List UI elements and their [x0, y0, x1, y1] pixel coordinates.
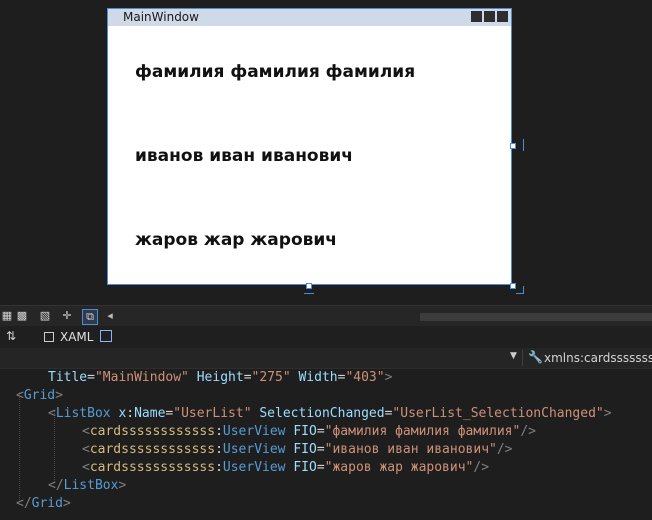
adorner-tick [523, 139, 524, 151]
list-item[interactable]: фамилия фамилия фамилия [135, 62, 415, 82]
popout-icon[interactable] [100, 330, 112, 342]
tab-xaml-label: XAML [60, 330, 94, 344]
designer-window[interactable]: MainWindow фамилия фамилия фамилия ивано… [107, 8, 512, 285]
wrench-icon: 🔧 [528, 350, 543, 364]
namespace-dropdown[interactable]: xmlns:cardsssssssssss [544, 351, 652, 365]
resize-handle-corner[interactable] [510, 283, 516, 289]
indent-guide [19, 392, 20, 500]
code-editor[interactable]: Title="MainWindow" Height="275" Width="4… [0, 369, 652, 520]
code-line-listbox-close: </ListBox> [48, 478, 127, 493]
tab-xaml[interactable]: XAML [36, 326, 101, 348]
navigation-bar: ▼ 🔧 xmlns:cardsssssssssss [0, 348, 652, 369]
code-line-userview: <cardssssssssssss:UserView FIO="жаров жа… [82, 460, 490, 475]
code-line-listbox-open: <ListBox x:Name="UserList" SelectionChan… [48, 406, 612, 421]
chevron-down-icon[interactable]: ▼ [510, 351, 517, 361]
horizontal-scrollbar[interactable] [420, 313, 652, 321]
device-preview-icon[interactable]: ⧉ [82, 309, 98, 325]
code-line-userview: <cardssssssssssss:UserView FIO="иванов и… [82, 442, 513, 457]
snap-lines-icon[interactable]: ✛ [60, 309, 74, 323]
minimize-icon [471, 11, 482, 22]
chevron-left-icon[interactable]: ◂ [103, 309, 117, 323]
grid-dots-icon[interactable]: ▦ [0, 309, 14, 323]
window-titlebar: MainWindow [108, 9, 511, 26]
xaml-doc-icon [44, 332, 54, 342]
close-icon [497, 11, 508, 22]
window-title: MainWindow [123, 10, 199, 24]
resize-handle-bottom[interactable] [306, 283, 312, 289]
checker-icon[interactable]: ▧ [38, 309, 52, 323]
code-line-grid-close: </Grid> [16, 496, 71, 511]
user-listbox[interactable]: фамилия фамилия фамилия иванов иван иван… [108, 26, 511, 284]
list-item[interactable]: жаров жар жарович [135, 230, 337, 250]
snap-grid-icon[interactable]: ▩ [15, 309, 29, 323]
nav-divider [522, 350, 523, 366]
pane-tabstrip: ⇅ XAML [0, 326, 652, 349]
code-line-title: Title="MainWindow" Height="275" Width="4… [48, 370, 393, 385]
maximize-icon [484, 11, 495, 22]
designer-surface[interactable]: MainWindow фамилия фамилия фамилия ивано… [0, 0, 652, 305]
code-line-userview: <cardssssssssssss:UserView FIO="фамилия … [82, 424, 536, 439]
adorner-tick [523, 286, 524, 294]
adorner-tick [304, 293, 314, 294]
swap-panes-icon[interactable]: ⇅ [6, 329, 16, 343]
resize-handle-right[interactable] [510, 143, 516, 149]
design-toolbar: ▦ ▩ ▧ ✛ ⧉ ◂ [0, 305, 652, 326]
code-line-grid-open: <Grid> [16, 388, 63, 403]
list-item[interactable]: иванов иван иванович [135, 146, 353, 166]
